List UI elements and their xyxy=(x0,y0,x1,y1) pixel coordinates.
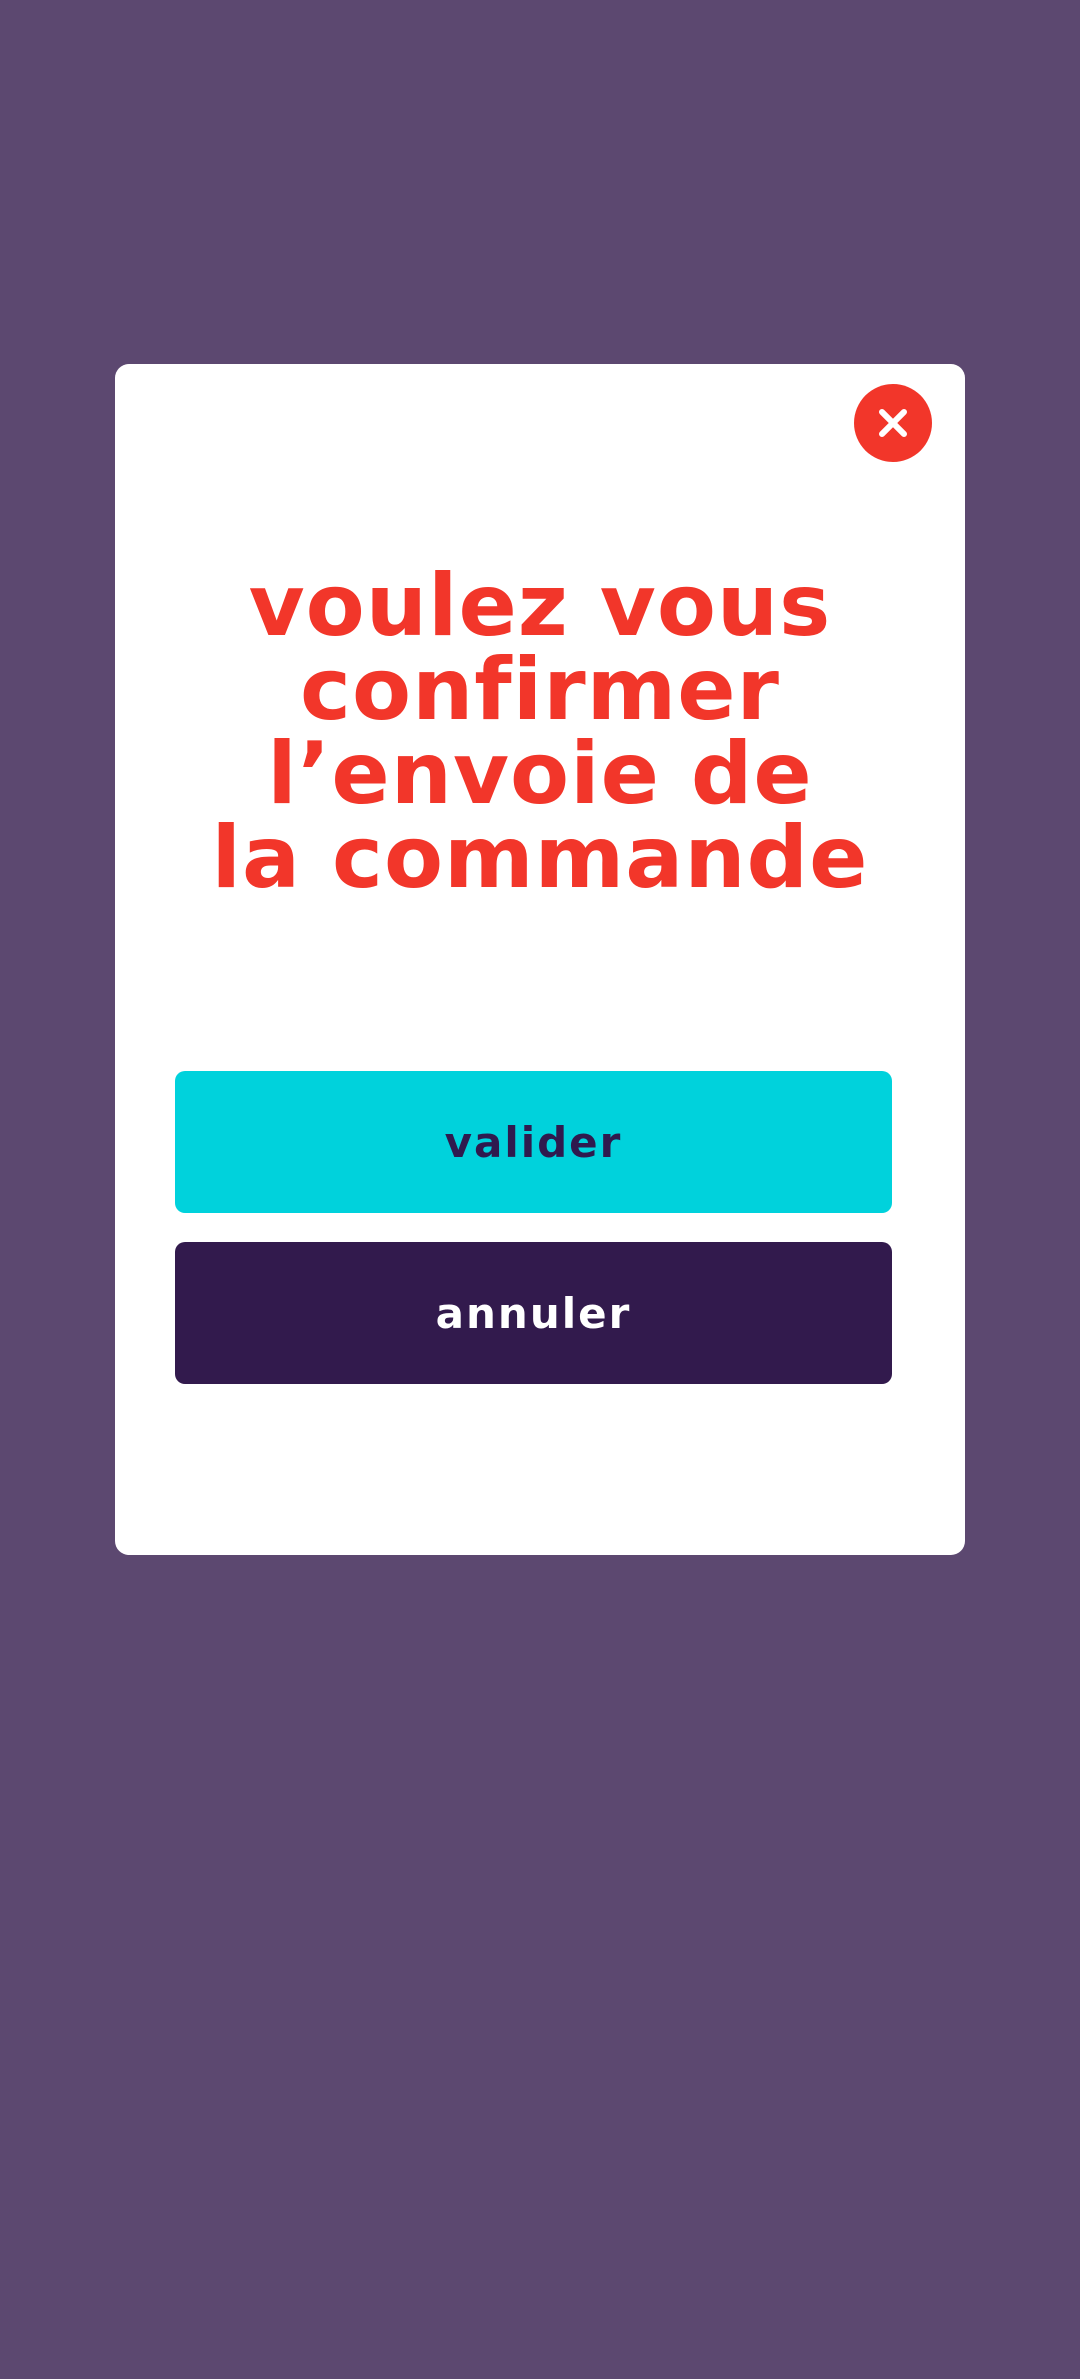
validate-button[interactable]: valider xyxy=(175,1071,892,1213)
validate-button-label: valider xyxy=(444,1117,623,1167)
confirm-order-dialog: voulez vous confirmer l’envoie de la com… xyxy=(115,364,965,1555)
cancel-button-label: annuler xyxy=(435,1288,632,1338)
dialog-title: voulez vous confirmer l’envoie de la com… xyxy=(211,556,869,908)
cancel-button[interactable]: annuler xyxy=(175,1242,892,1384)
close-icon xyxy=(879,409,907,437)
close-button[interactable] xyxy=(854,384,932,462)
